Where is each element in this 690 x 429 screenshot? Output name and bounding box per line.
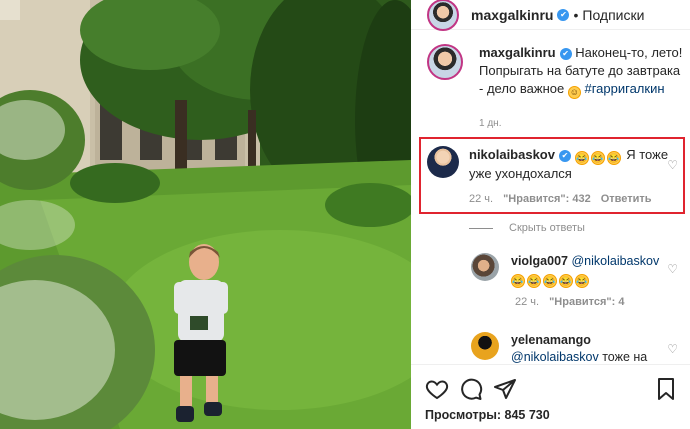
verified-badge-icon: ✔ — [557, 8, 570, 21]
divider-line — [469, 227, 493, 229]
crying-laughing-emoji-icon: 😂 — [511, 274, 525, 288]
caption-text-block: maxgalkinru ✔ Наконец-то, лето! Попрыгать… — [479, 44, 685, 99]
reply-text: тоже на — [602, 350, 648, 364]
reply-timestamp[interactable]: 22 ч. — [515, 296, 539, 308]
reply-like-heart-icon[interactable]: ♡ — [667, 262, 678, 276]
comments-panel: maxgalkinru ✔ • Подписки maxgalkinru ✔ На… — [411, 0, 690, 429]
following-button[interactable]: Подписки — [582, 7, 644, 23]
share-icon[interactable] — [493, 377, 517, 401]
crying-laughing-emoji-icon: 😂 — [575, 274, 589, 288]
heart-icon[interactable] — [425, 377, 449, 401]
reply-avatar[interactable] — [471, 253, 499, 281]
post-caption: maxgalkinru ✔ Наконец-то, лето! Попрыгать… — [427, 44, 685, 99]
post-video[interactable] — [0, 0, 411, 429]
comment-text-block: nikolaibaskov ✔ 😂 😂 😂 Я тоже уже ухондохалс… — [469, 146, 671, 182]
reply-avatar[interactable] — [471, 332, 499, 360]
video-frame-image — [0, 0, 411, 429]
comment-meta: 22 ч. "Нравится": 432 Ответить — [469, 193, 652, 205]
comment-username[interactable]: nikolaibaskov — [469, 147, 555, 162]
post-actions-bar: Просмотры: 845 730 — [411, 364, 690, 429]
verified-badge-icon: ✔ — [559, 48, 572, 60]
laughing-emoji-icon: 😂 — [574, 151, 589, 165]
commenter-avatar[interactable] — [427, 146, 459, 178]
reply-mention[interactable]: @nikolaibaskov — [571, 254, 659, 268]
comment-icon[interactable] — [459, 377, 483, 401]
verified-badge-icon: ✔ — [558, 150, 571, 162]
author-username[interactable]: maxgalkinru — [471, 7, 553, 23]
comment-likes-count[interactable]: "Нравится": 432 — [503, 193, 591, 205]
caption-author-avatar[interactable] — [427, 44, 463, 80]
smiling-emoji-icon: ☺ — [567, 86, 581, 99]
comment-reply-button[interactable]: Ответить — [601, 193, 652, 205]
comment-timestamp[interactable]: 22 ч. — [469, 193, 493, 205]
reply-text-block: yelenamango @nikolaibaskov тоже на — [511, 332, 671, 366]
instagram-post: maxgalkinru ✔ • Подписки maxgalkinru ✔ На… — [0, 0, 690, 429]
reply-likes-count[interactable]: "Нравится": 4 — [549, 296, 624, 308]
reply-username[interactable]: yelenamango — [511, 333, 591, 347]
reply-mention[interactable]: @nikolaibaskov — [511, 350, 599, 364]
reply-item: yelenamango @nikolaibaskov тоже на — [471, 332, 671, 366]
laughing-emoji-icon: 😂 — [590, 151, 605, 165]
post-header: maxgalkinru ✔ • Подписки — [411, 0, 690, 31]
hide-replies-toggle[interactable]: Скрыть ответы — [469, 222, 585, 234]
header-separator: • — [573, 6, 579, 23]
caption-hashtag[interactable]: #гарригалкин — [584, 81, 664, 96]
reply-text-block: violga007 @nikolaibaskov 😂 😂 😂 😂 😂 — [511, 253, 671, 288]
bookmark-icon[interactable] — [654, 377, 678, 401]
comment-like-heart-icon[interactable]: ♡ — [667, 158, 678, 172]
reply-username[interactable]: violga007 — [511, 254, 568, 268]
comment-item: nikolaibaskov ✔ 😂 😂 😂 Я тоже уже ухондохалс… — [427, 146, 685, 182]
caption-username[interactable]: maxgalkinru — [479, 45, 556, 60]
crying-laughing-emoji-icon: 😂 — [527, 274, 541, 288]
caption-timestamp[interactable]: 1 дн. — [479, 118, 501, 129]
reply-like-heart-icon[interactable]: ♡ — [667, 342, 678, 356]
reply-meta: 22 ч. "Нравится": 4 — [515, 296, 624, 308]
author-avatar[interactable] — [427, 0, 459, 31]
crying-laughing-emoji-icon: 😂 — [543, 274, 557, 288]
hide-replies-label: Скрыть ответы — [509, 222, 585, 234]
laughing-emoji-icon: 😂 — [606, 151, 621, 165]
views-count: Просмотры: 845 730 — [425, 408, 550, 422]
reply-item: violga007 @nikolaibaskov 😂 😂 😂 😂 😂 — [471, 253, 671, 288]
crying-laughing-emoji-icon: 😂 — [559, 274, 573, 288]
